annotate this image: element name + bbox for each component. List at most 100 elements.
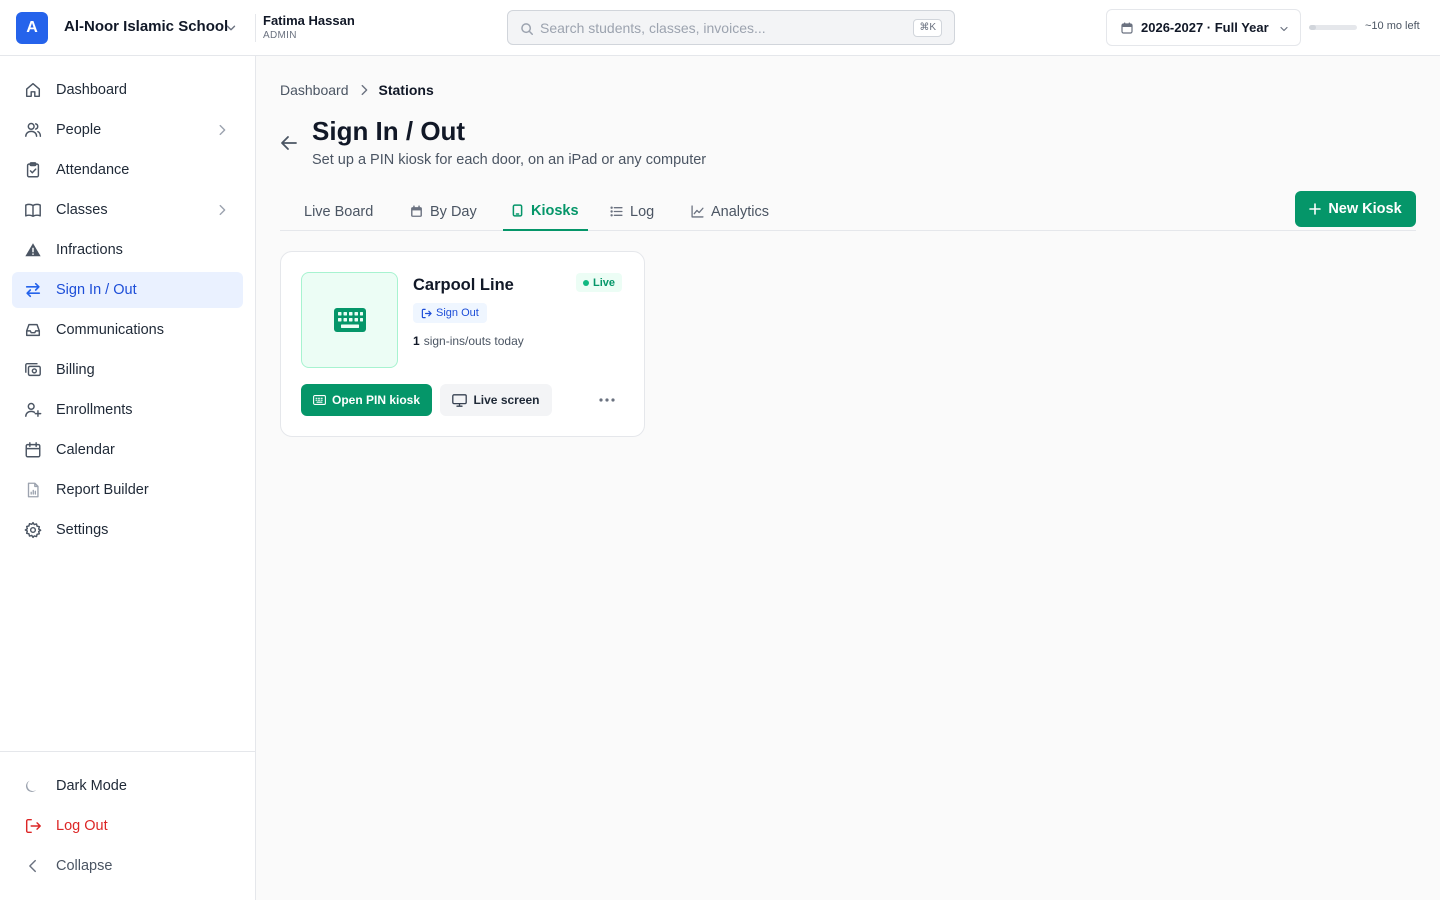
top-bar: A Al-Noor Islamic School Fatima Hassan A… xyxy=(0,0,1440,56)
new-kiosk-button[interactable]: New Kiosk xyxy=(1295,191,1416,227)
kiosk-count-label: sign-ins/outs today xyxy=(423,334,524,348)
back-arrow-icon[interactable] xyxy=(278,132,300,154)
school-year-select[interactable]: 2026-2027 · Full Year xyxy=(1106,9,1301,46)
school-logo[interactable]: A xyxy=(16,12,48,44)
dark-mode-label: Dark Mode xyxy=(56,778,127,794)
sidebar-item-report-builder[interactable]: Report Builder xyxy=(12,472,243,508)
tab-live-board[interactable]: Live Board xyxy=(304,192,373,231)
page-title: Sign In / Out xyxy=(312,116,466,146)
sidebar-item-attendance[interactable]: Attendance xyxy=(12,152,243,188)
term-progress-fill xyxy=(1309,25,1317,30)
school-year-label: 2026-2027 · Full Year xyxy=(1141,20,1269,35)
kiosk-name: Carpool Line xyxy=(413,276,514,294)
report-icon xyxy=(27,482,39,498)
tab-log[interactable]: Log xyxy=(610,192,654,231)
chevron-right-icon[interactable] xyxy=(215,203,229,217)
search-input[interactable] xyxy=(540,11,910,44)
logout-icon xyxy=(25,818,41,834)
sidebar-item-infractions[interactable]: Infractions xyxy=(12,232,243,268)
tab-analytics[interactable]: Analytics xyxy=(691,192,769,231)
warning-icon xyxy=(25,243,41,257)
status-badge-label: Live xyxy=(593,276,616,289)
chevron-right-icon[interactable] xyxy=(215,123,229,137)
kiosk-stats: 1 sign-ins/outs today xyxy=(413,334,524,348)
live-dot-icon xyxy=(583,279,589,286)
open-pin-kiosk-button[interactable]: Open PIN kiosk xyxy=(301,384,432,416)
more-options-icon[interactable] xyxy=(597,391,617,409)
tab-bar: Live Board By Day Kiosks Log Analytics xyxy=(280,192,1416,231)
logout-button[interactable]: Log Out xyxy=(12,808,243,844)
sidebar-footer: Dark Mode Log Out Collapse xyxy=(0,751,255,900)
term-progress-bar xyxy=(1309,25,1357,30)
chart-line-icon xyxy=(691,205,704,218)
search-box[interactable]: ⌘K xyxy=(507,10,955,45)
sidebar-item-billing[interactable]: Billing xyxy=(12,352,243,388)
status-badge: Live xyxy=(576,273,623,292)
moon-icon xyxy=(25,780,37,792)
search-shortcut: ⌘K xyxy=(913,19,942,37)
keyboard-icon xyxy=(313,395,326,405)
tab-label: Live Board xyxy=(304,203,374,220)
sidebar-nav: Dashboard People Attendance Classes Infr… xyxy=(12,72,243,552)
tab-label: Log xyxy=(630,203,655,220)
page-subtitle: Set up a PIN kiosk for each door, on an … xyxy=(312,152,707,168)
sidebar-item-label: Billing xyxy=(56,362,95,378)
plus-icon xyxy=(1309,203,1322,215)
sidebar-item-label: People xyxy=(56,122,102,138)
chevron-down-icon[interactable] xyxy=(224,21,238,35)
sidebar-item-people[interactable]: People xyxy=(12,112,243,148)
collapse-sidebar-button[interactable]: Collapse xyxy=(12,848,243,884)
term-remaining: ~10 mo left xyxy=(1365,20,1420,32)
sidebar-item-label: Communications xyxy=(56,322,164,338)
sidebar-item-label: Dashboard xyxy=(56,82,127,98)
sidebar: Dashboard People Attendance Classes Infr… xyxy=(0,56,256,900)
gear-icon xyxy=(24,521,42,539)
user-role: ADMIN xyxy=(263,30,297,41)
calendar-icon xyxy=(25,442,41,458)
kiosk-mode-badge: Sign Out xyxy=(413,303,487,323)
kiosk-card: Carpool Line Live Sign Out 1 sign-ins/out… xyxy=(280,251,645,437)
tablet-icon xyxy=(512,204,523,217)
tab-kiosks[interactable]: Kiosks xyxy=(503,192,588,231)
school-name[interactable]: Al-Noor Islamic School xyxy=(64,18,228,35)
tab-by-day[interactable]: By Day xyxy=(410,192,477,231)
sidebar-item-enrollments[interactable]: Enrollments xyxy=(12,392,243,428)
collapse-label: Collapse xyxy=(56,858,113,874)
open-pin-kiosk-label: Open PIN kiosk xyxy=(331,393,421,407)
chevron-left-icon xyxy=(29,859,36,873)
chevron-right-icon xyxy=(361,84,367,96)
book-icon xyxy=(25,203,41,218)
sign-out-icon xyxy=(421,308,432,318)
sidebar-item-dashboard[interactable]: Dashboard xyxy=(12,72,243,108)
users-icon xyxy=(25,122,42,138)
dark-mode-toggle[interactable]: Dark Mode xyxy=(12,768,243,804)
new-kiosk-label: New Kiosk xyxy=(1328,201,1402,217)
sidebar-item-label: Enrollments xyxy=(56,402,133,418)
sidebar-item-calendar[interactable]: Calendar xyxy=(12,432,243,468)
calendar-icon xyxy=(411,205,422,217)
sidebar-item-label: Infractions xyxy=(56,242,123,258)
sidebar-item-label: Settings xyxy=(56,522,109,538)
swap-arrows-icon xyxy=(25,282,41,298)
user-name: Fatima Hassan xyxy=(263,13,355,28)
live-screen-button[interactable]: Live screen xyxy=(440,384,552,416)
sidebar-item-label: Attendance xyxy=(56,162,130,178)
kiosk-mode-label: Sign Out xyxy=(436,307,479,319)
sidebar-item-classes[interactable]: Classes xyxy=(12,192,243,228)
tab-label: Kiosks xyxy=(531,202,579,219)
breadcrumb: Dashboard Stations xyxy=(280,82,434,98)
tab-label: Analytics xyxy=(711,203,770,220)
kiosk-thumbnail[interactable] xyxy=(301,272,398,368)
kiosk-count: 1 xyxy=(413,334,420,348)
inbox-icon xyxy=(25,323,41,337)
top-divider xyxy=(255,14,256,42)
sidebar-item-communications[interactable]: Communications xyxy=(12,312,243,348)
list-icon xyxy=(610,206,623,217)
live-screen-label: Live screen xyxy=(473,393,540,407)
sidebar-item-settings[interactable]: Settings xyxy=(12,512,243,548)
sidebar-item-sign-in-out[interactable]: Sign In / Out xyxy=(12,272,243,308)
breadcrumb-dashboard-link[interactable]: Dashboard xyxy=(280,82,349,98)
tab-label: By Day xyxy=(430,203,477,220)
sidebar-item-label: Sign In / Out xyxy=(56,282,137,298)
monitor-icon xyxy=(452,393,468,407)
